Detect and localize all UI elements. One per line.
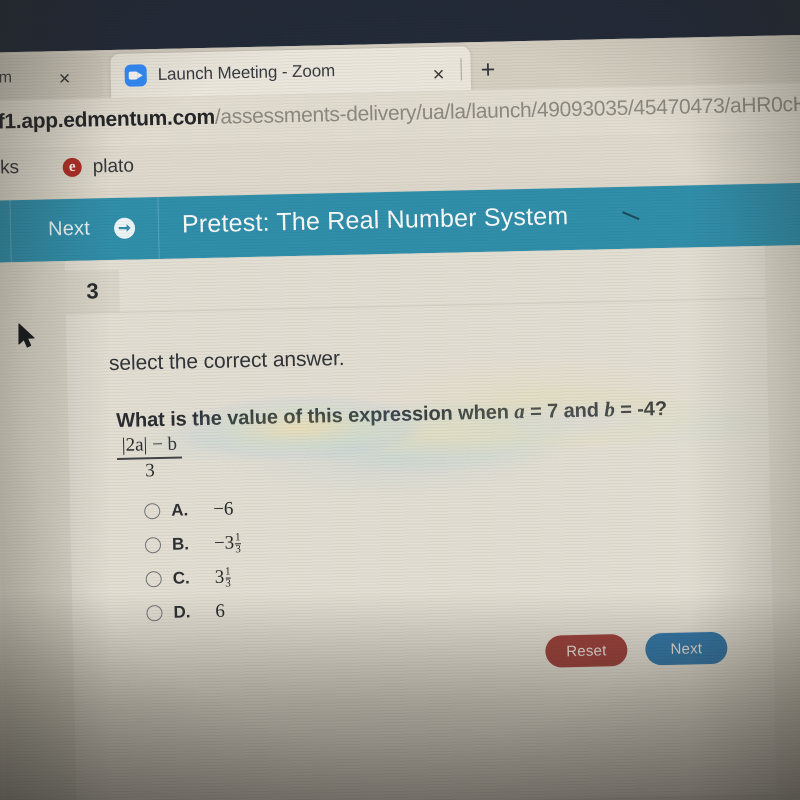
option-value: −6 <box>212 498 234 520</box>
prompt-eq-b: = -4? <box>614 397 668 422</box>
arrow-right-circle-icon[interactable]: ➞ <box>113 217 136 239</box>
tab-title: mber System <box>0 69 13 88</box>
reset-button[interactable]: Reset <box>545 633 628 668</box>
browser-tab-launch-meeting-zoom[interactable]: Launch Meeting - Zoom <box>110 46 472 99</box>
tab-close-icon[interactable]: × <box>59 68 71 90</box>
screen-artifact <box>622 211 640 221</box>
option-letter: D. <box>173 602 191 622</box>
question-instruction: select the correct answer. <box>108 346 345 376</box>
question-panel: 3 select the correct answer. What is the… <box>64 245 777 800</box>
mixed-number: −3 1 3 <box>213 530 241 556</box>
prompt-eq-a: = 7 and <box>524 399 605 424</box>
mixed-numerator: 1 <box>234 530 241 543</box>
header-divider <box>9 200 12 263</box>
fraction-denominator: 3 <box>144 459 155 481</box>
mixed-whole: 3 <box>214 566 225 588</box>
radio-button-icon[interactable] <box>144 503 161 520</box>
page-viewport: ▾ Next ➞ Pretest: The Real Number System… <box>0 172 800 800</box>
screen-photo: mber System × Launch Meeting - Zoom × + … <box>0 0 800 800</box>
bookmarks-label: ookmarks <box>0 157 20 180</box>
radio-button-icon[interactable] <box>144 537 162 554</box>
question-number: 3 <box>86 278 99 304</box>
prompt-prefix: What is the value of this expression whe… <box>116 401 515 432</box>
radio-button-icon[interactable] <box>145 571 162 588</box>
next-button[interactable]: Next <box>645 631 728 666</box>
screen-contents: mber System × Launch Meeting - Zoom × + … <box>0 0 800 800</box>
option-value: 3 1 3 <box>214 565 231 590</box>
url-path: /assessments-delivery/ua/la/launch/49093… <box>214 92 800 129</box>
expression-fraction: |2a| − b 3 <box>117 434 183 483</box>
question-prompt: What is the value of this expression whe… <box>116 396 667 433</box>
mixed-denominator: 3 <box>225 577 231 590</box>
mixed-whole: −3 <box>213 532 235 554</box>
option-letter: A. <box>171 500 189 520</box>
page-title: Pretest: The Real Number System <box>181 202 569 239</box>
plato-favicon-icon: e <box>62 157 82 178</box>
zoom-camera-icon <box>124 64 147 87</box>
option-letter: B. <box>171 534 190 554</box>
option-value: −3 1 3 <box>213 530 241 556</box>
mixed-fraction: 1 3 <box>224 565 231 590</box>
content-left-gutter <box>0 261 77 800</box>
answer-option-c[interactable]: C. 3 1 3 <box>145 560 241 596</box>
answer-option-d[interactable]: D. 6 <box>146 594 242 630</box>
panel-divider <box>65 297 766 315</box>
mixed-numerator: 1 <box>224 565 231 578</box>
bookmark-item-plato[interactable]: plato <box>92 156 134 179</box>
answer-option-a[interactable]: A. −6 <box>144 492 240 528</box>
option-value: 6 <box>215 600 226 622</box>
browser-tab-real-number-system[interactable]: mber System <box>0 54 104 103</box>
radio-button-icon[interactable] <box>146 605 163 622</box>
browser-window: mber System × Launch Meeting - Zoom × + … <box>0 34 800 800</box>
tab-title: Launch Meeting - Zoom <box>157 61 336 84</box>
fraction-numerator: |2a| − b <box>121 433 178 456</box>
mixed-number: 3 1 3 <box>214 565 231 590</box>
option-letter: C. <box>172 568 190 588</box>
header-next-label[interactable]: Next <box>48 218 90 242</box>
answer-option-b[interactable]: B. −3 1 3 <box>144 526 241 562</box>
answer-options-list: A. −6 B. −3 1 3 C. 3 1 3 D. 6 <box>144 492 243 630</box>
question-number-box: 3 <box>64 269 120 314</box>
header-divider <box>157 197 160 260</box>
url-host: f1.app.edmentum.com <box>0 105 216 134</box>
variable-a: a <box>513 399 525 424</box>
variable-b: b <box>604 397 615 422</box>
tab-close-icon[interactable]: × <box>433 64 445 86</box>
mixed-denominator: 3 <box>235 542 241 555</box>
mixed-fraction: 1 3 <box>234 530 241 555</box>
new-tab-button[interactable]: + <box>480 56 495 84</box>
address-bar-url[interactable]: f1.app.edmentum.com/assessments-delivery… <box>0 93 800 135</box>
